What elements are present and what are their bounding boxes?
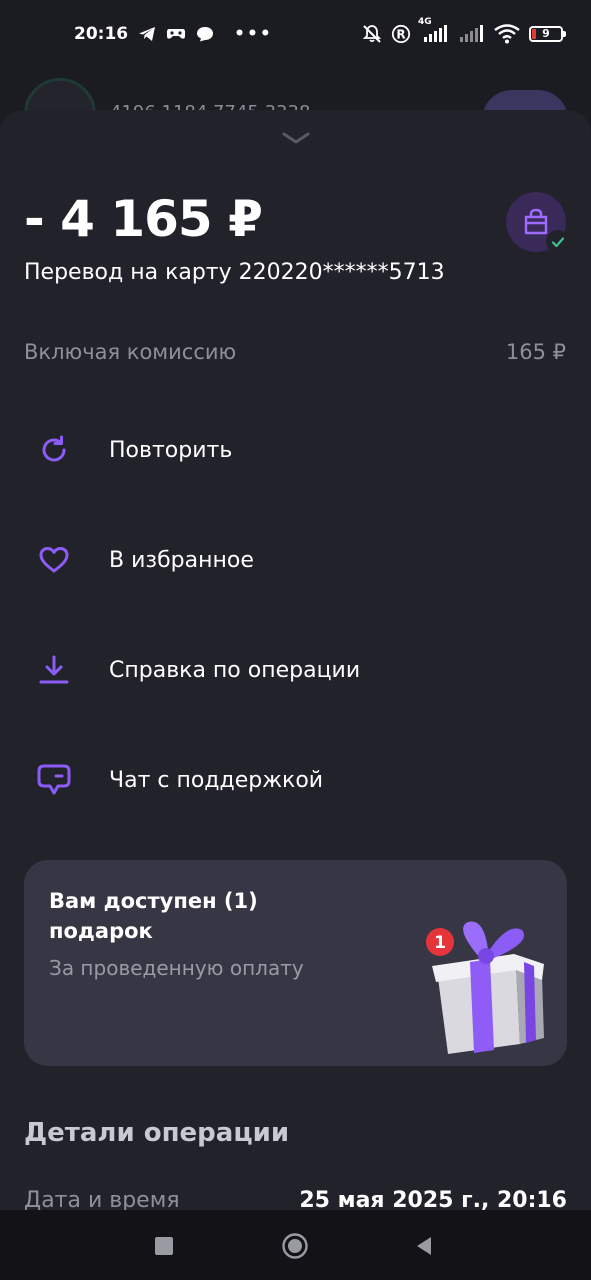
registered-icon: R bbox=[391, 24, 411, 44]
gift-badge-count: 1 bbox=[434, 933, 446, 953]
statement-button[interactable]: Справка по операции bbox=[24, 635, 567, 705]
network-type: 4G bbox=[418, 17, 432, 27]
gift-subtitle: За проведенную оплату bbox=[49, 956, 304, 980]
repeat-label: Повторить bbox=[109, 437, 233, 463]
transaction-description: Перевод на карту 220220******5713 bbox=[24, 260, 445, 285]
system-nav-bar bbox=[0, 1210, 591, 1280]
gift-box-icon: 1 bbox=[424, 920, 554, 1060]
statement-label: Справка по операции bbox=[109, 657, 361, 683]
battery-icon: 9 bbox=[529, 26, 566, 42]
game-icon bbox=[166, 26, 186, 42]
fee-label: Включая комиссию bbox=[24, 340, 237, 364]
telegram-icon bbox=[138, 26, 156, 42]
screen: 20:16 ••• R 4G 9 - 4 165 ₽ Перевод на ка… bbox=[0, 0, 591, 1280]
signal-4g-icon: 4G bbox=[418, 17, 450, 43]
svg-text:R: R bbox=[396, 28, 405, 42]
gift-card[interactable]: Вам доступен (1) подарок За проведенную … bbox=[24, 860, 567, 1066]
transaction-amount: - 4 165 ₽ bbox=[24, 190, 263, 248]
home-icon[interactable] bbox=[277, 1228, 313, 1264]
success-check-icon bbox=[546, 230, 570, 254]
more-notifications: ••• bbox=[234, 24, 273, 44]
bell-muted-icon bbox=[362, 24, 382, 44]
status-left: 20:16 ••• bbox=[74, 24, 273, 44]
support-chat-button[interactable]: Чат с поддержкой bbox=[24, 745, 567, 815]
operation-sheet: - 4 165 ₽ Перевод на карту 220220******5… bbox=[0, 110, 591, 1213]
shopping-bag-icon bbox=[524, 208, 548, 235]
heart-icon bbox=[24, 530, 84, 590]
recents-icon[interactable] bbox=[146, 1228, 182, 1264]
clock: 20:16 bbox=[74, 24, 129, 44]
status-bar: 20:16 ••• R 4G 9 bbox=[0, 0, 591, 68]
favorite-label: В избранное bbox=[109, 547, 254, 573]
support-chat-label: Чат с поддержкой bbox=[109, 767, 324, 793]
wifi-icon bbox=[494, 24, 520, 44]
signal-icon bbox=[459, 25, 485, 43]
gift-title: Вам доступен (1) подарок bbox=[49, 889, 258, 943]
download-icon bbox=[24, 640, 84, 700]
message-icon bbox=[196, 26, 214, 42]
status-right: R 4G 9 bbox=[362, 17, 566, 44]
favorite-button[interactable]: В избранное bbox=[24, 525, 567, 595]
repeat-icon bbox=[24, 420, 84, 480]
chat-icon bbox=[24, 750, 84, 810]
details-title: Детали операции bbox=[24, 1118, 290, 1148]
category-badge bbox=[506, 192, 570, 254]
collapse-chevron-icon[interactable] bbox=[280, 130, 312, 146]
fee-row: Включая комиссию 165 ₽ bbox=[24, 340, 566, 364]
repeat-button[interactable]: Повторить bbox=[24, 415, 567, 485]
fee-value: 165 ₽ bbox=[505, 340, 566, 364]
back-icon[interactable] bbox=[406, 1228, 442, 1264]
